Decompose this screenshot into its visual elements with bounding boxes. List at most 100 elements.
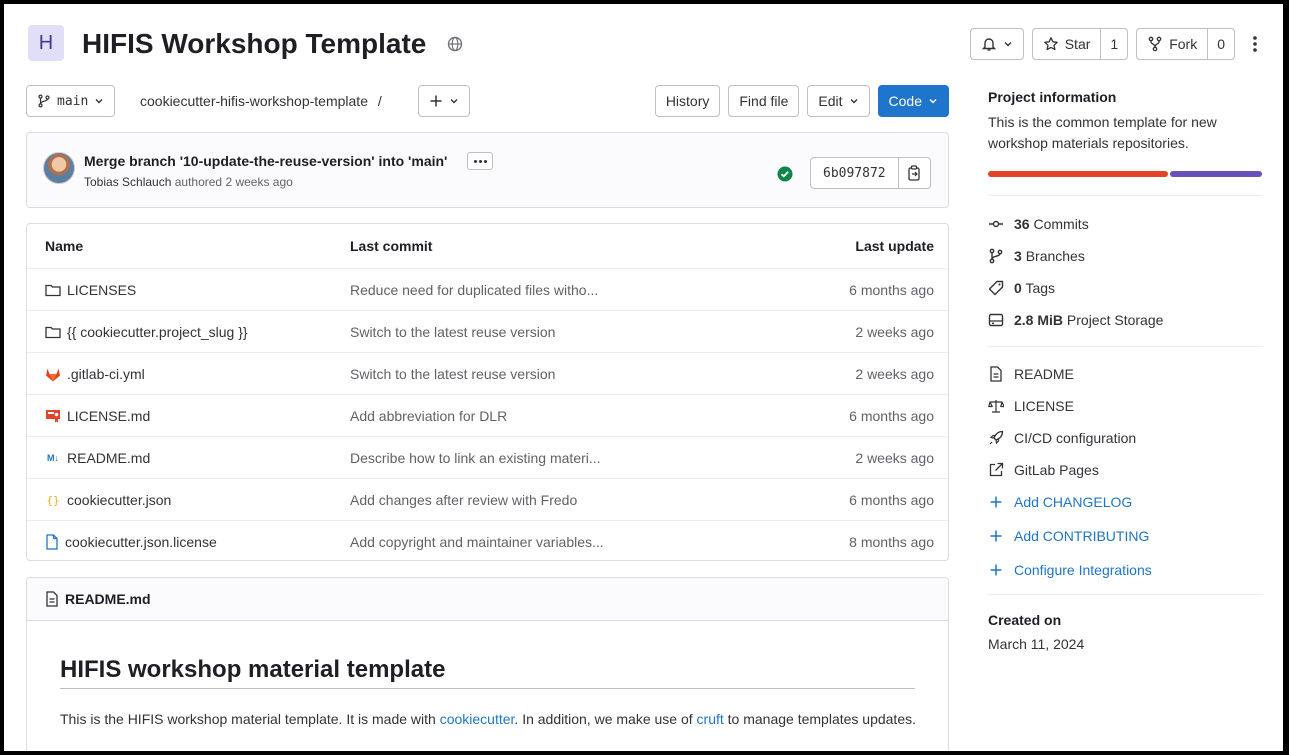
readme-text: to manage templates updates.	[723, 711, 916, 727]
table-row[interactable]: M↓ README.md Describe how to link an exis…	[27, 436, 948, 478]
readme-text: . In addition, we make use of	[514, 711, 697, 727]
readme-text: This is the HIFIS workshop material temp…	[60, 711, 440, 727]
update-time: 6 months ago	[849, 492, 934, 508]
history-button[interactable]: History	[654, 85, 721, 117]
star-icon	[1043, 36, 1059, 52]
json-icon: {}	[46, 493, 60, 507]
edit-button[interactable]: Edit	[807, 85, 870, 117]
commit-message[interactable]: Add copyright and maintainer variables..…	[350, 534, 604, 550]
file-name[interactable]: README.md	[67, 450, 150, 466]
plus-icon	[988, 494, 1004, 510]
star-count[interactable]: 1	[1100, 29, 1127, 59]
table-row[interactable]: LICENSES Reduce need for duplicated file…	[27, 268, 948, 310]
code-button[interactable]: Code	[877, 85, 949, 117]
commit-message[interactable]: Describe how to link an existing materi.…	[350, 450, 601, 466]
fork-icon	[1147, 36, 1163, 52]
repo-path-link[interactable]: cookiecutter-hifis-workshop-template	[140, 93, 368, 109]
cookiecutter-link[interactable]: cookiecutter	[440, 711, 515, 727]
commits-label: Commits	[1033, 216, 1089, 232]
add-file-button[interactable]	[418, 85, 470, 117]
readme-filename[interactable]: README.md	[65, 591, 151, 607]
markdown-icon: M↓	[47, 453, 59, 463]
file-name[interactable]: cookiecutter.json.license	[65, 534, 217, 550]
notification-button[interactable]	[969, 28, 1024, 60]
add-contributing-link[interactable]: Add CONTRIBUTING	[988, 528, 1149, 544]
project-avatar[interactable]: H	[28, 25, 64, 61]
avatar[interactable]	[43, 152, 75, 184]
plus-icon	[988, 528, 1004, 544]
table-row[interactable]: {{ cookiecutter.project_slug }} Switch t…	[27, 310, 948, 352]
column-header-last-update: Last update	[855, 238, 934, 254]
last-commit-panel: Merge branch '10-update-the-reuse-versio…	[26, 132, 949, 208]
find-file-button[interactable]: Find file	[728, 85, 800, 117]
language-bar[interactable]	[988, 171, 1262, 177]
commit-message[interactable]: Add abbreviation for DLR	[350, 408, 507, 424]
globe-icon[interactable]	[447, 36, 463, 52]
commit-meta: Tobias Schlauch authored 2 weeks ago	[84, 175, 293, 189]
scale-icon	[988, 398, 1004, 414]
license-link[interactable]: LICENSE	[988, 398, 1074, 414]
breadcrumb: cookiecutter-hifis-workshop-template /	[140, 93, 382, 109]
file-icon	[45, 534, 59, 550]
commit-message[interactable]: Switch to the latest reuse version	[350, 366, 555, 382]
file-tree-table: Name Last commit Last update LICENSES Re…	[26, 223, 949, 561]
divider	[60, 688, 915, 689]
cicd-config-link[interactable]: CI/CD configuration	[988, 430, 1136, 446]
tags-link[interactable]: 0 Tags	[988, 280, 1055, 296]
expand-commit-button[interactable]	[467, 152, 493, 170]
fork-button[interactable]: Fork 0	[1136, 28, 1235, 60]
update-time: 8 months ago	[849, 534, 934, 550]
gitlab-icon	[45, 367, 61, 382]
file-name[interactable]: cookiecutter.json	[67, 492, 171, 508]
branches-link[interactable]: 3 Branches	[988, 248, 1085, 264]
commits-link[interactable]: 36 Commits	[988, 216, 1089, 232]
commit-title[interactable]: Merge branch '10-update-the-reuse-versio…	[84, 153, 447, 169]
sidebar-title: Project information	[988, 89, 1117, 105]
copy-sha-button[interactable]	[897, 158, 930, 188]
storage-size: 2.8 MiB	[1014, 312, 1064, 328]
branches-label: Branches	[1025, 248, 1085, 264]
commit-message[interactable]: Add changes after review with Fredo	[350, 492, 577, 508]
pipeline-passed-icon[interactable]	[777, 166, 793, 182]
readme-link[interactable]: README	[988, 366, 1074, 382]
update-time: 2 weeks ago	[855, 366, 934, 382]
commit-sha: 6b097872	[810, 157, 931, 189]
update-time: 6 months ago	[849, 408, 934, 424]
more-actions-button[interactable]	[1243, 35, 1267, 53]
commit-message[interactable]: Switch to the latest reuse version	[350, 324, 555, 340]
commit-author[interactable]: Tobias Schlauch	[84, 175, 171, 189]
configure-integrations-link[interactable]: Configure Integrations	[988, 562, 1152, 578]
table-row[interactable]: .gitlab-ci.yml Switch to the latest reus…	[27, 352, 948, 394]
folder-icon	[45, 283, 61, 297]
table-row[interactable]: cookiecutter.json.license Add copyright …	[27, 520, 948, 560]
bell-icon	[981, 36, 997, 52]
cruft-link[interactable]: cruft	[697, 711, 724, 727]
file-name[interactable]: LICENSES	[67, 282, 136, 298]
readme-panel: README.md HIFIS workshop material templa…	[26, 577, 949, 751]
repo-toolbar: main cookiecutter-hifis-workshop-templat…	[26, 84, 949, 118]
readme-heading: HIFIS workshop material template	[60, 656, 446, 683]
add-changelog-link[interactable]: Add CHANGELOG	[988, 494, 1132, 510]
folder-icon	[45, 325, 61, 339]
table-row[interactable]: {} cookiecutter.json Add changes after re…	[27, 478, 948, 520]
table-row[interactable]: LICENSE.md Add abbreviation for DLR 6 mo…	[27, 394, 948, 436]
star-button[interactable]: Star 1	[1031, 28, 1129, 60]
branch-selector[interactable]: main	[26, 85, 116, 117]
commit-sha-text[interactable]: 6b097872	[811, 158, 898, 188]
path-separator: /	[377, 93, 382, 109]
gitlab-pages-link[interactable]: GitLab Pages	[988, 462, 1099, 478]
file-name[interactable]: .gitlab-ci.yml	[67, 366, 145, 382]
language-segment[interactable]	[988, 171, 1168, 177]
file-name[interactable]: {{ cookiecutter.project_slug }}	[67, 324, 248, 340]
edit-label: Edit	[818, 93, 843, 109]
language-segment[interactable]	[1170, 171, 1262, 177]
license-label: LICENSE	[1014, 398, 1074, 414]
fork-count[interactable]: 0	[1207, 29, 1234, 59]
storage-link[interactable]: 2.8 MiB Project Storage	[988, 312, 1163, 328]
chevron-down-icon	[928, 96, 938, 106]
configure-integrations-label: Configure Integrations	[1014, 562, 1152, 578]
commits-count: 36	[1014, 216, 1030, 232]
commit-message[interactable]: Reduce need for duplicated files witho..…	[350, 282, 598, 298]
file-name[interactable]: LICENSE.md	[67, 408, 150, 424]
branch-name: main	[57, 93, 89, 109]
